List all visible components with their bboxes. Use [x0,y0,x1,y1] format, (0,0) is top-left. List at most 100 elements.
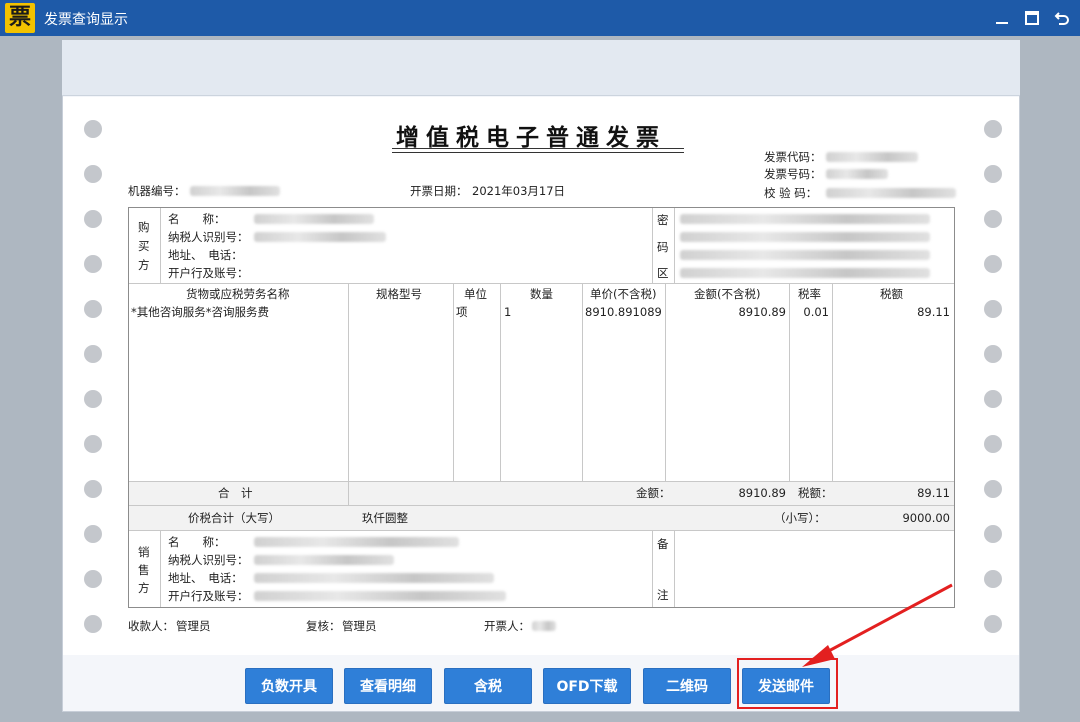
perforation-hole [984,435,1002,453]
minimize-button[interactable] [990,6,1014,30]
perforation-hole [984,255,1002,273]
buyer-tax-id-label: 纳税人识别号： [168,230,249,244]
divider [348,284,349,506]
buyer-name-label: 名 称： [168,212,226,226]
col-header-amount: 金额(不含税) [694,287,761,301]
perforation-hole [84,255,102,273]
redacted-buyer-tax-id [254,232,386,242]
redacted-invoice-number [826,169,888,179]
redacted-check-code [826,188,956,198]
payee-label: 收款人： [128,619,174,633]
app-logo: 票 [5,3,35,33]
invoice-code-label: 发票代码： [764,150,822,164]
perforation-hole [984,210,1002,228]
tax-included-button[interactable]: 含税 [444,668,532,704]
col-header-price: 单价(不含税) [590,287,657,301]
col-header-item: 货物或应税劳务名称 [186,287,290,301]
title-underline [392,152,684,153]
seller-side-label: 方 [138,581,150,595]
row-tax: 89.11 [917,305,950,319]
buyer-side-label: 购 [138,220,150,234]
perforation-hole [984,120,1002,138]
perforation-hole [984,480,1002,498]
perforation-hole [84,390,102,408]
perforation-hole [84,480,102,498]
machine-no-label: 机器编号： [128,184,186,198]
back-button[interactable] [1050,6,1074,30]
perforation-hole [984,390,1002,408]
grand-total: 9000.00 [902,511,950,525]
divider [129,481,954,482]
perforation-hole [984,345,1002,363]
check-code-label: 校 验 码： [764,186,818,200]
divider [129,505,954,506]
divider [582,284,583,481]
window-titlebar: 票 发票查询显示 [0,0,1080,36]
total-tax-label: 税额： [798,486,833,500]
divider [652,531,653,607]
restore-icon [1025,11,1039,25]
grand-total-words: 玖仟圆整 [362,511,408,525]
divider [789,284,790,481]
redacted-invoice-code [826,152,918,162]
perforation-hole [84,210,102,228]
reviewer: 管理员 [342,619,377,633]
negative-invoice-button[interactable]: 负数开具 [245,668,333,704]
divider [129,530,954,531]
total-amount-label: 金额： [636,486,671,500]
divider [129,283,954,284]
cipher-label: 码 [657,240,669,254]
restore-button[interactable] [1020,6,1044,30]
divider [832,284,833,481]
title-underline [392,148,684,149]
remark-label: 备 [657,537,669,551]
redacted-seller-name [254,537,459,547]
perforation-hole [984,165,1002,183]
redacted-cipher [680,214,930,224]
grand-total-small-label: （小写）： [774,511,826,525]
divider [160,531,161,607]
divider [500,284,501,481]
buyer-address-label: 地址、 电话： [168,248,243,262]
perforation-hole [84,615,102,633]
buyer-side-label: 方 [138,258,150,272]
buyer-side-label: 买 [138,239,150,253]
window-title: 发票查询显示 [44,12,128,28]
total-amount: 8910.89 [738,486,786,500]
seller-address-label: 地址、 电话： [168,571,243,585]
seller-side-label: 售 [138,563,150,577]
seller-side-label: 销 [138,545,150,559]
panel-header [62,40,1020,96]
qr-code-button[interactable]: 二维码 [643,668,731,704]
invoice-number-label: 发票号码： [764,167,822,181]
seller-bank-label: 开户行及账号： [168,589,249,603]
row-price: 8910.891089 [585,305,662,319]
issue-date: 2021年03月17日 [472,184,566,198]
row-amount: 8910.89 [738,305,786,319]
perforation-hole [984,615,1002,633]
divider [674,531,675,607]
perforation-hole [84,435,102,453]
ofd-download-button[interactable]: OFD下载 [543,668,631,704]
grand-total-label: 价税合计（大写） [188,511,280,525]
divider [453,284,454,481]
perforation-hole [84,570,102,588]
row-qty: 1 [504,305,512,319]
issue-date-label: 开票日期： [410,184,468,198]
view-details-button[interactable]: 查看明细 [344,668,432,704]
invoice-title: 增值税电子普通发票 [396,124,666,151]
col-header-qty: 数量 [530,287,553,301]
redacted-buyer-name [254,214,374,224]
annotation-arrow-icon [802,583,953,667]
buyer-bank-label: 开户行及账号： [168,266,249,280]
seller-tax-id-label: 纳税人识别号： [168,553,249,567]
remark-label: 注 [657,588,669,602]
perforation-hole [84,165,102,183]
cipher-label: 密 [657,213,669,227]
redacted-cipher [680,268,930,278]
total-label: 合 计 [218,486,253,500]
col-header-rate: 税率 [798,287,821,301]
cipher-label: 区 [657,266,669,280]
redacted-seller-address [254,573,494,583]
total-tax: 89.11 [917,486,950,500]
